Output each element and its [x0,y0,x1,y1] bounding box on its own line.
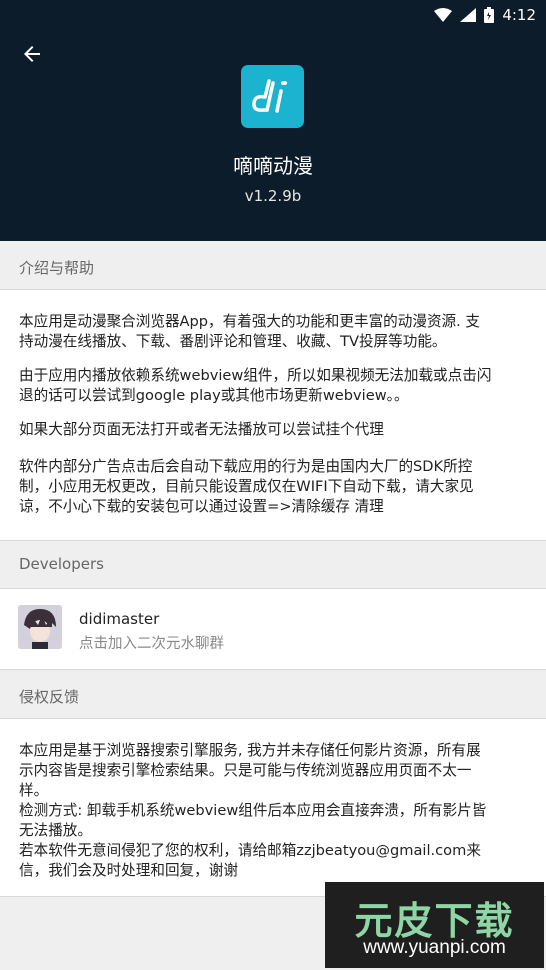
intro-paragraph: 软件内部分广告点击后会自动下载应用的行为是由国内大厂的SDK所控 制，小应用无权… [19,457,529,517]
status-bar: 4:12 [434,4,536,26]
text-line: 制，小应用无权更改，目前只能设置成仅在WIFI下自动下载，请大家见 [19,478,474,495]
avatar [18,605,62,649]
text-line: 如果大部分页面无法打开或者无法播放可以尝试挂个代理 [19,421,384,438]
text-line: 信，我们会及时处理和回复，谢谢 [19,862,238,879]
text-line: 由于应用内播放依赖系统webview组件，所以如果视频无法加载或点击闪 [19,367,492,384]
developer-name: didimaster [79,610,160,628]
signal-icon [460,8,477,22]
text-line: 若本软件无意间侵犯了您的权利，请给邮箱zzjbeatyou@gmail.com来 [19,842,481,859]
app-logo-icon [251,78,287,113]
section-title-developers: Developers [19,555,104,573]
intro-paragraph: 本应用是动漫聚合浏览器App，有着强大的功能和更丰富的动漫资源. 支 持动漫在线… [19,312,529,352]
text-line: 持动漫在线播放、下载、番剧评论和管理、收藏、TV投屏等功能。 [19,333,447,350]
avatar-image [18,605,62,649]
section-title-copyright: 侵权反馈 [19,688,80,706]
text-line: 示内容皆是搜索引擎检索结果。只是可能与传统浏览器应用页面不太一 [19,762,472,779]
text-line: 样。 [19,782,49,799]
app-logo [241,65,304,128]
arrow-left-icon[interactable] [20,42,44,66]
intro-panel: 本应用是动漫聚合浏览器App，有着强大的功能和更丰富的动漫资源. 支 持动漫在线… [0,289,546,541]
text-line: 退的话可以尝试到google play或其他市场更新webview。。 [19,387,409,404]
wifi-icon [434,8,453,22]
developer-subtitle: 点击加入二次元水聊群 [79,636,224,652]
text-line: 软件内部分广告点击后会自动下载应用的行为是由国内大厂的SDK所控 [19,458,473,475]
app-version: v1.2.9b [244,187,302,205]
watermark-url: www.yuanpi.com [363,937,506,958]
text-line: 检测方式: 卸载手机系统webview组件后本应用会直接奔溃，所有影片皆 [19,802,487,819]
battery-icon [484,7,495,23]
text-line: 本应用是基于浏览器搜索引擎服务, 我方并未存储任何影片资源，所有展 [19,742,481,759]
text-line: 谅，不小心下载的安装包可以通过设置=>清除缓存 清理 [19,498,384,515]
text-line: 本应用是动漫聚合浏览器App，有着强大的功能和更丰富的动漫资源. 支 [19,313,481,330]
app-name: 嘀嘀动漫 [233,154,313,178]
section-title-intro: 介绍与帮助 [19,259,95,277]
copyright-text: 本应用是基于浏览器搜索引擎服务, 我方并未存储任何影片资源，所有展 示内容皆是搜… [19,741,529,881]
developer-row[interactable]: didimaster 点击加入二次元水聊群 [0,588,546,670]
status-time: 4:12 [502,6,536,24]
intro-paragraph: 如果大部分页面无法打开或者无法播放可以尝试挂个代理 [19,420,529,440]
intro-paragraph: 由于应用内播放依赖系统webview组件，所以如果视频无法加载或点击闪 退的话可… [19,366,529,406]
watermark: 元皮下载 www.yuanpi.com [325,882,544,968]
copyright-panel: 本应用是基于浏览器搜索引擎服务, 我方并未存储任何影片资源，所有展 示内容皆是搜… [0,718,546,897]
app-header: 4:12 嘀嘀动漫 v1.2.9b [0,0,546,241]
text-line: 无法播放。 [19,822,92,839]
